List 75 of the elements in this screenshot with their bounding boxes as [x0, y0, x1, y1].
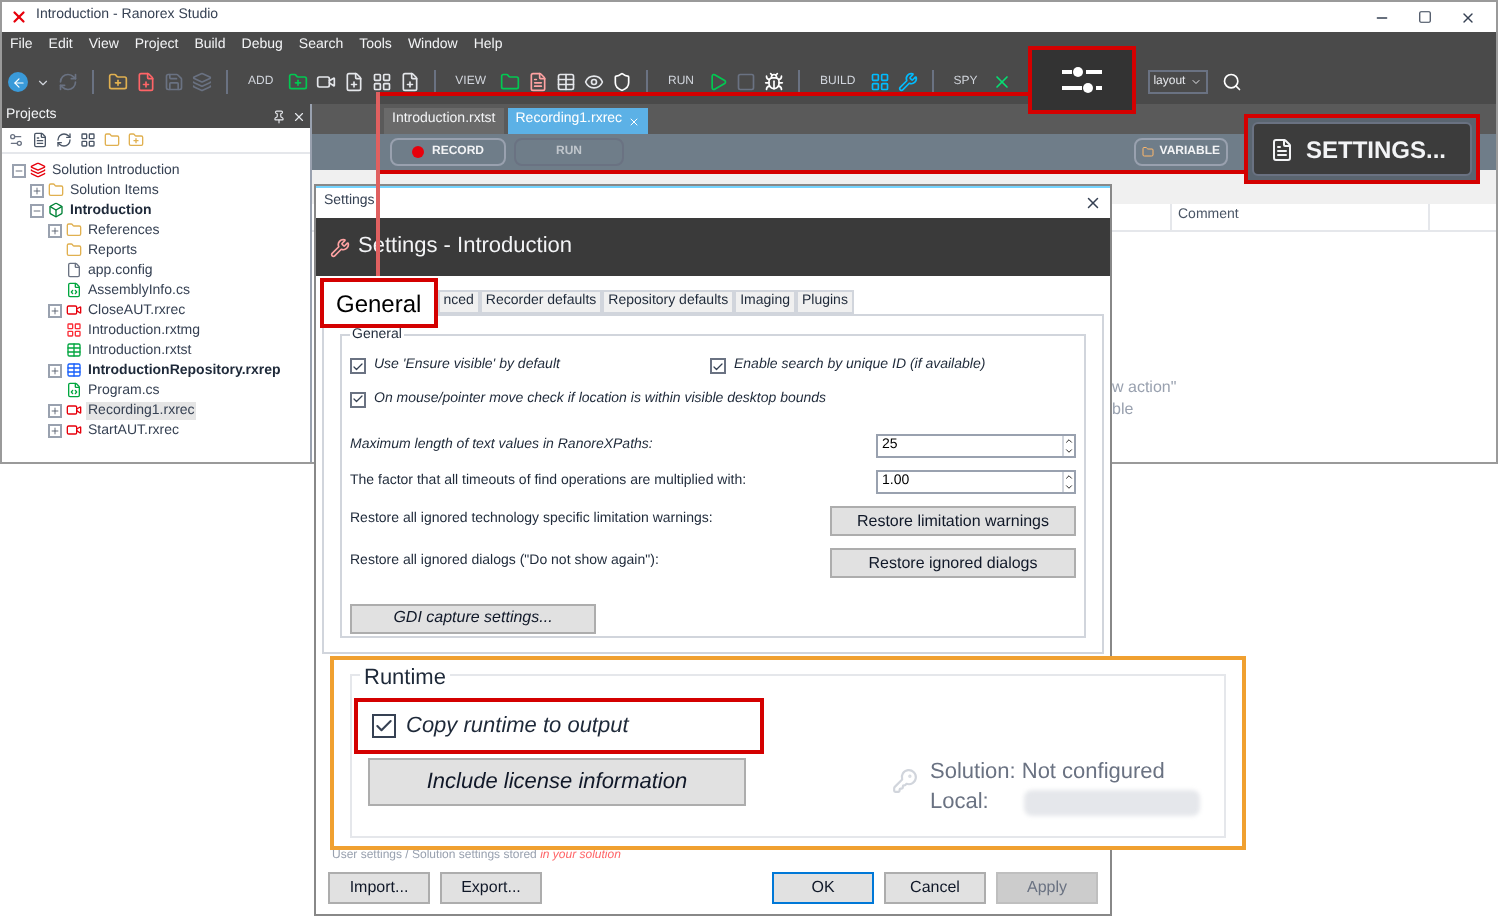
table-icon[interactable] — [556, 72, 577, 92]
bug-icon[interactable] — [764, 72, 785, 92]
back-button[interactable] — [8, 72, 28, 92]
grid-icon[interactable] — [80, 132, 96, 148]
sliders-icon[interactable] — [1062, 66, 1102, 94]
box-icon — [48, 202, 64, 218]
chevron-down-icon — [1189, 76, 1202, 88]
dialog-button[interactable]: Import... — [328, 872, 430, 904]
camera-icon — [66, 422, 82, 438]
camera-icon — [66, 302, 82, 318]
folder-icon[interactable] — [500, 72, 521, 92]
document-icon[interactable] — [32, 132, 48, 148]
folder-plus-icon[interactable] — [287, 72, 308, 92]
expand-toggle[interactable] — [48, 423, 62, 437]
spinner-icon[interactable] — [1062, 436, 1074, 456]
folder-icon — [1141, 146, 1154, 158]
shield-icon[interactable] — [612, 72, 633, 92]
folder-icon — [66, 242, 82, 258]
grid-icon[interactable] — [371, 72, 392, 92]
eye-icon[interactable] — [584, 72, 605, 92]
folder-icon — [48, 182, 64, 198]
settings-button[interactable]: SETTINGS... — [1252, 122, 1472, 176]
grid-icon[interactable] — [869, 72, 890, 92]
table-icon — [66, 342, 82, 358]
checkbox[interactable] — [710, 358, 726, 375]
spinner-icon[interactable] — [1062, 472, 1074, 492]
app-logo-icon — [10, 8, 28, 26]
expand-toggle[interactable] — [48, 303, 62, 317]
camera-icon — [66, 402, 82, 418]
maximize-button[interactable] — [1418, 10, 1432, 24]
dialog-button[interactable]: Cancel — [884, 872, 986, 904]
license-button[interactable]: Include license information — [368, 758, 746, 806]
checkbox[interactable] — [372, 714, 396, 738]
restore-button[interactable]: Restore ignored dialogs — [830, 548, 1076, 578]
restore-button[interactable]: Restore limitation warnings — [830, 506, 1076, 536]
layers-icon — [30, 162, 46, 178]
collapse-toggle[interactable] — [30, 203, 44, 217]
hint-text: ble — [1112, 398, 1136, 420]
camera-icon[interactable] — [315, 72, 336, 92]
play-icon[interactable] — [708, 72, 729, 92]
settings-tab[interactable]: General — [320, 278, 438, 328]
gdi-capture-button[interactable]: GDI capture settings... — [350, 603, 596, 633]
pin-icon[interactable] — [272, 109, 286, 123]
expand-toggle[interactable] — [48, 223, 62, 237]
wrench-icon — [330, 237, 350, 257]
checkbox-label[interactable]: Copy runtime to output — [406, 709, 629, 743]
checkbox[interactable] — [350, 358, 366, 375]
key-icon — [892, 768, 918, 794]
folder-plus-icon[interactable] — [108, 72, 128, 92]
expand-toggle[interactable] — [30, 183, 44, 197]
checkbox[interactable] — [350, 391, 366, 408]
expand-toggle[interactable] — [48, 403, 62, 417]
document-icon — [1270, 137, 1294, 161]
refresh-icon[interactable] — [56, 132, 72, 148]
document-icon[interactable] — [528, 72, 549, 92]
wrench-icon[interactable] — [897, 72, 918, 92]
dialog-button[interactable]: OK — [772, 872, 874, 904]
expand-toggle[interactable] — [48, 363, 62, 377]
close-button[interactable] — [1460, 9, 1476, 25]
search-icon[interactable] — [1221, 72, 1242, 92]
solution-status: Solution: Not configured — [930, 758, 1167, 788]
local-label: Local: — [930, 788, 991, 818]
file-icon — [66, 262, 82, 278]
close-button[interactable] — [1084, 194, 1102, 212]
close-icon[interactable] — [292, 109, 306, 123]
grid-icon — [66, 322, 82, 338]
code-file-icon — [66, 282, 82, 298]
collapse-toggle[interactable] — [12, 163, 26, 177]
hint-text: w action" — [1112, 376, 1179, 398]
file-plus-icon[interactable] — [136, 72, 156, 92]
dialog-button[interactable]: Export... — [440, 872, 542, 904]
code-file-icon — [66, 382, 82, 398]
table-icon — [66, 362, 82, 378]
sliders-icon[interactable] — [8, 132, 24, 148]
folder-icon — [66, 222, 82, 238]
